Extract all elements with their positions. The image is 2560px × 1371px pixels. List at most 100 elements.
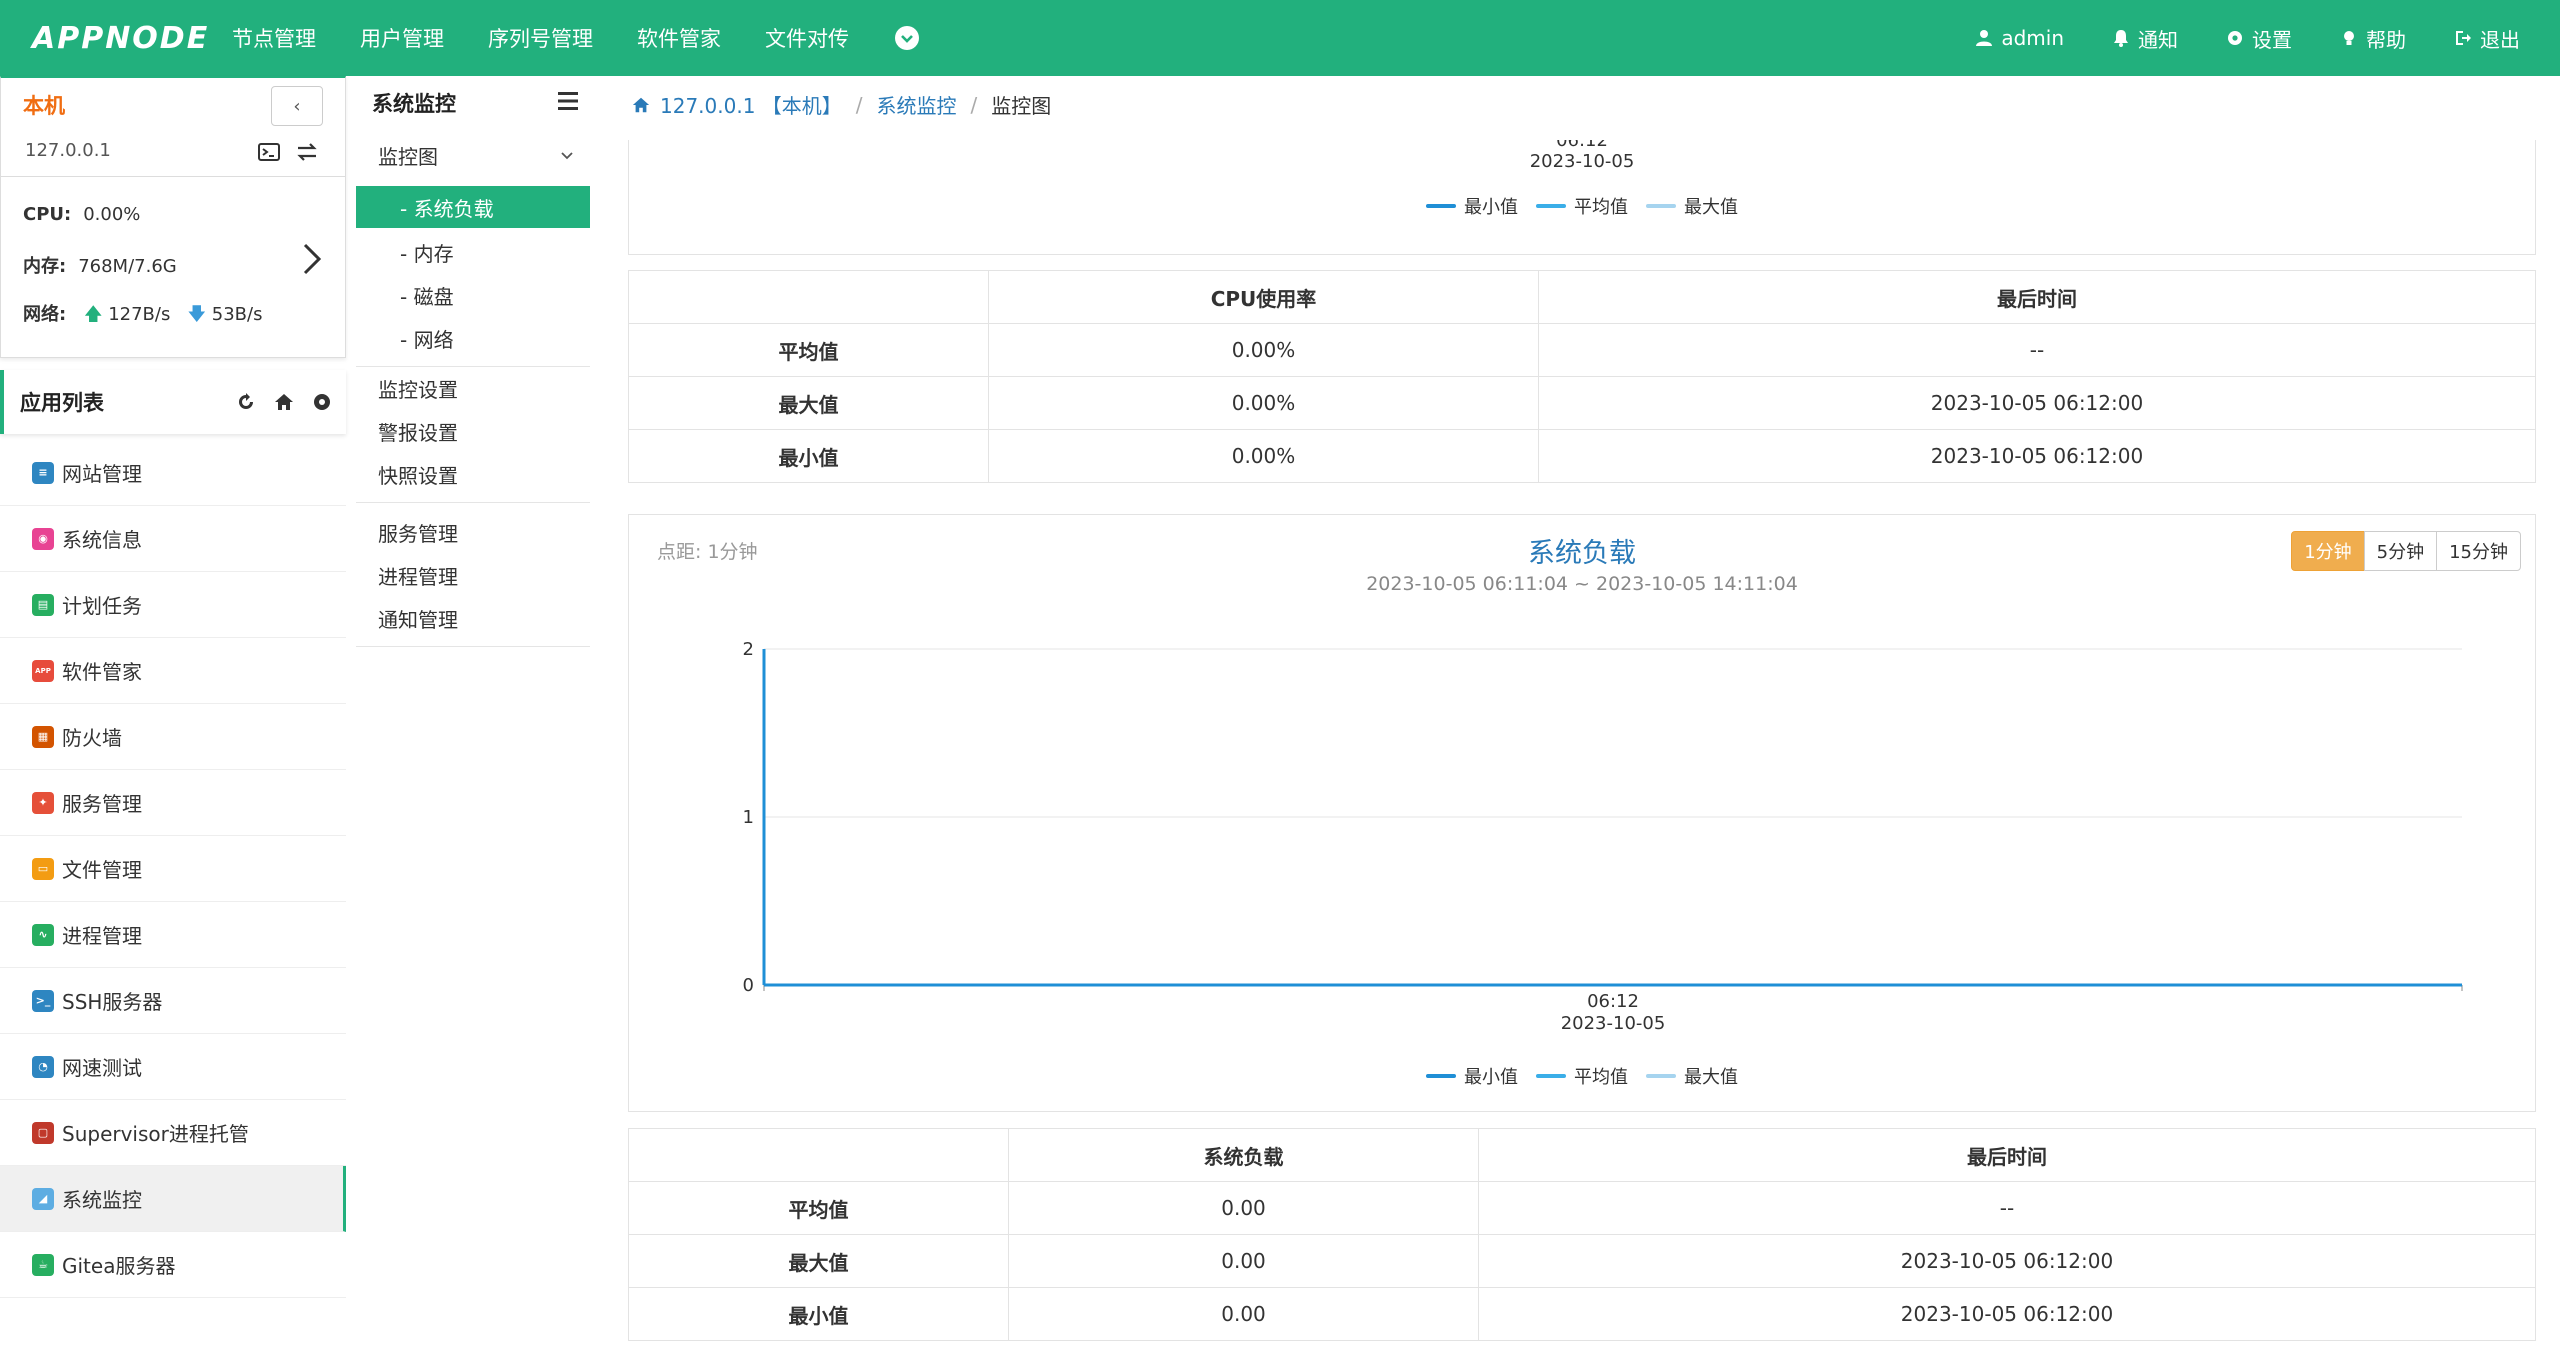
submenu-item-network[interactable]: - 网络: [400, 324, 454, 353]
top-navbar: APPNODE 节点管理 用户管理 序列号管理 软件管家 文件对传 admin …: [0, 0, 2560, 76]
memory-label: 内存:: [23, 256, 67, 277]
legend-item-max[interactable]: 最大值: [1646, 1063, 1738, 1089]
app-item[interactable]: ▢ Supervisor进程托管: [0, 1100, 346, 1166]
gear-icon: [2228, 31, 2242, 45]
row-time: 2023-10-05 06:12:00: [1478, 1234, 2536, 1288]
app-icon: ▢: [32, 1121, 54, 1144]
app-item[interactable]: APP 软件管家: [0, 638, 346, 704]
menu-burger-icon[interactable]: [556, 90, 580, 116]
row-value: 0.00: [1008, 1287, 1479, 1341]
app-item[interactable]: ∿ 进程管理: [0, 902, 346, 968]
cpu-x-tick-date: 2023-10-05: [1529, 151, 1635, 172]
app-label: 软件管家: [62, 660, 142, 684]
submenu-item-monitor-settings[interactable]: 监控设置: [378, 374, 458, 403]
submenu-item-disk[interactable]: - 磁盘: [400, 281, 454, 310]
settings-link[interactable]: 设置: [2226, 24, 2292, 53]
main-content: 06:12 2023-10-05 最小值 平均值 最大值 CPU使用率 最后时间…: [628, 140, 2536, 1371]
submenu-item-service-management[interactable]: 服务管理: [378, 518, 458, 547]
submenu-item-system-load[interactable]: - 系统负载: [356, 186, 590, 228]
app-item[interactable]: ☕ Gitea服务器: [0, 1232, 346, 1298]
appnode-logo[interactable]: APPNODE: [0, 21, 232, 56]
app-list-title: 应用列表: [20, 391, 104, 415]
nav-file-transfer[interactable]: 文件对传: [765, 23, 849, 53]
logout-link[interactable]: 退出: [2454, 24, 2520, 53]
app-item[interactable]: ✦ 服务管理: [0, 770, 346, 836]
app-icon: ◢: [32, 1187, 54, 1210]
y-tick-label: 2: [743, 639, 754, 660]
bulb-icon: [2344, 31, 2354, 45]
cpu-x-tick-time: 06:12: [1556, 140, 1608, 151]
legend-label: 最小值: [1464, 1067, 1518, 1088]
node-detail-chevron-icon[interactable]: [301, 243, 323, 279]
nav-serial-management[interactable]: 序列号管理: [488, 23, 593, 53]
switch-node-icon[interactable]: [295, 140, 319, 164]
legend-item-max[interactable]: 最大值: [1646, 193, 1738, 219]
row-label: 平均值: [628, 1181, 1009, 1235]
app-item[interactable]: ▭ 文件管理: [0, 836, 346, 902]
legend-item-avg[interactable]: 平均值: [1536, 1063, 1628, 1089]
app-label: 文件管理: [62, 858, 142, 882]
app-icon: ≡: [32, 461, 54, 484]
app-item[interactable]: ▤ 计划任务: [0, 572, 346, 638]
app-list-header: 应用列表: [0, 370, 346, 434]
breadcrumb-separator: /: [855, 92, 863, 117]
breadcrumb: 127.0.0.1 【本机】 / 系统监控 / 监控图: [632, 90, 1051, 119]
submenu-item-snapshot-settings[interactable]: 快照设置: [378, 460, 458, 489]
home-icon[interactable]: [274, 392, 294, 412]
table-row: 平均值 0.00% --: [628, 323, 2536, 377]
table-row: 最小值 0.00% 2023-10-05 06:12:00: [628, 429, 2536, 483]
row-value: 0.00%: [988, 376, 1539, 430]
app-item[interactable]: ≡ 网站管理: [0, 440, 346, 506]
legend-label: 平均值: [1574, 197, 1628, 218]
refresh-icon[interactable]: [236, 392, 256, 412]
network-down-value: 53B/s: [211, 304, 263, 325]
memory-stat: 内存: 768M/7.6G: [23, 252, 177, 278]
legend-label: 平均值: [1574, 1067, 1628, 1088]
row-label: 平均值: [628, 323, 989, 377]
node-ip: 127.0.0.1: [25, 140, 111, 161]
app-item[interactable]: ◢ 系统监控: [0, 1166, 346, 1232]
load-stats-table: 系统负载 最后时间 平均值 0.00 -- 最大值 0.00 2023-10-0…: [628, 1128, 2536, 1341]
breadcrumb-separator: /: [970, 92, 978, 117]
app-item[interactable]: ◉ 系统信息: [0, 506, 346, 572]
collapse-sidebar-button[interactable]: ‹: [271, 86, 323, 126]
app-item[interactable]: >_ SSH服务器: [0, 968, 346, 1034]
y-tick-label: 0: [743, 975, 754, 996]
app-item[interactable]: ◔ 网速测试: [0, 1034, 346, 1100]
help-link[interactable]: 帮助: [2340, 24, 2406, 53]
app-label: 网站管理: [62, 462, 142, 486]
submenu-item-notification-management[interactable]: 通知管理: [378, 604, 458, 633]
table-header: 系统负载: [1008, 1128, 1479, 1182]
nav-node-management[interactable]: 节点管理: [232, 23, 316, 53]
submenu-group-charts[interactable]: 监控图: [378, 136, 584, 174]
cpu-chart-card: 06:12 2023-10-05 最小值 平均值 最大值: [628, 140, 2536, 255]
nav-more-chevron-icon[interactable]: [895, 26, 919, 50]
submenu-item-alert-settings[interactable]: 警报设置: [378, 417, 458, 446]
row-value: 0.00: [1008, 1234, 1479, 1288]
submenu-item-process-management[interactable]: 进程管理: [378, 561, 458, 590]
download-arrow-icon: 🡇: [187, 304, 207, 325]
cpu-label: CPU:: [23, 204, 72, 225]
submenu-item-memory[interactable]: - 内存: [400, 238, 454, 267]
app-icon: ◉: [32, 527, 54, 550]
settings-label: 设置: [2252, 27, 2292, 52]
node-title[interactable]: 本机: [23, 90, 65, 120]
system-load-chart: 0 1 2 06:122023-10-05: [743, 639, 2463, 1034]
cpu-value: 0.00%: [83, 204, 141, 225]
cpu-stats-table: CPU使用率 最后时间 平均值 0.00% -- 最大值 0.00% 2023-…: [628, 270, 2536, 483]
divider: [1, 176, 345, 177]
user-menu[interactable]: admin: [1975, 26, 2064, 50]
terminal-icon[interactable]: [257, 140, 281, 164]
notification-link[interactable]: 通知: [2112, 24, 2178, 53]
legend-item-min[interactable]: 最小值: [1426, 1063, 1518, 1089]
app-icon: ✦: [32, 791, 54, 814]
table-header: 最后时间: [1538, 270, 2536, 324]
app-item[interactable]: ▦ 防火墙: [0, 704, 346, 770]
breadcrumb-host-link[interactable]: 127.0.0.1 【本机】: [660, 90, 842, 119]
legend-item-avg[interactable]: 平均值: [1536, 193, 1628, 219]
breadcrumb-section-link[interactable]: 系统监控: [877, 90, 957, 119]
nav-software-manager[interactable]: 软件管家: [637, 23, 721, 53]
gear-icon[interactable]: [312, 392, 332, 412]
nav-user-management[interactable]: 用户管理: [360, 23, 444, 53]
legend-item-min[interactable]: 最小值: [1426, 193, 1518, 219]
